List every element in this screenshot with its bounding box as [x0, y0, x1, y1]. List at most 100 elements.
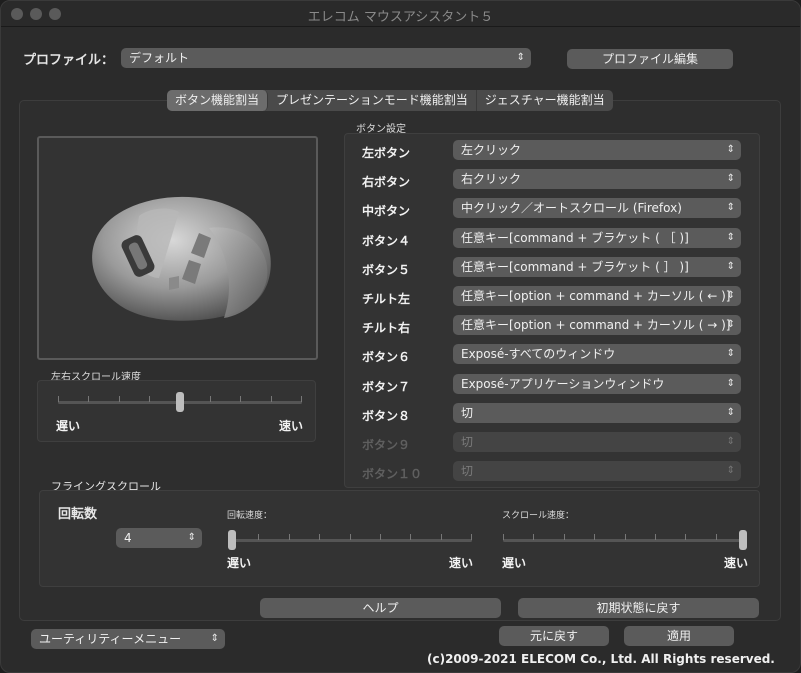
title-bar: エレコム マウスアシスタント５	[1, 1, 800, 27]
tab-presentation-mode[interactable]: プレゼンテーションモード機能割当	[268, 90, 477, 111]
scroll-speed-fast-label: 速い	[724, 556, 749, 570]
button-row-label: 右ボタン	[362, 175, 411, 189]
button-assignment-select[interactable]: 任意キー[command + ブラケット ( ［ )] ⇕	[453, 228, 741, 248]
button-assignment-value: 任意キー[option + command + カーソル ( ← )]	[461, 289, 731, 303]
rotations-select[interactable]: 4 ⇕	[116, 528, 202, 548]
updown-chevron-icon: ⇕	[726, 465, 735, 476]
button-assignment-value: 右クリック	[461, 172, 522, 186]
button-assignment-value: 任意キー[command + ブラケット ( ［ )]	[461, 231, 689, 245]
scroll-speed-slow-label: 遅い	[502, 556, 527, 570]
slider-tick	[301, 396, 302, 402]
revert-button[interactable]: 元に戻す	[499, 626, 609, 646]
slider-tick	[533, 534, 534, 540]
updown-chevron-icon: ⇕	[187, 532, 196, 543]
button-row-label: 中ボタン	[362, 204, 411, 218]
horizontal-scroll-fast-label: 速い	[279, 419, 304, 433]
button-row-label: ボタン４	[362, 234, 411, 248]
button-assignment-value: Exposé-アプリケーションウィンドウ	[461, 377, 665, 391]
rotation-speed-slow-label: 遅い	[227, 556, 252, 570]
updown-chevron-icon: ⇕	[726, 378, 735, 389]
rotation-speed-slider[interactable]	[228, 530, 472, 550]
button-assignment-select[interactable]: Exposé-すべてのウィンドウ ⇕	[453, 344, 741, 364]
button-assignment-value: 任意キー[option + command + カーソル ( → )]	[461, 318, 731, 332]
slider-tick	[271, 396, 272, 402]
button-row-label: ボタン７	[362, 380, 411, 394]
button-row-label: ボタン５	[362, 263, 411, 277]
profile-select-value: デフォルト	[129, 51, 190, 65]
slider-tick	[350, 534, 351, 540]
app-window: エレコム マウスアシスタント５ プロファイル： デフォルト ⇕ プロファイル編集…	[0, 0, 801, 673]
profile-edit-button[interactable]: プロファイル編集	[567, 49, 733, 69]
button-row-label: ボタン８	[362, 409, 411, 423]
updown-chevron-icon: ⇕	[210, 633, 219, 644]
updown-chevron-icon: ⇕	[726, 436, 735, 447]
rotations-select-value: 4	[124, 531, 132, 545]
button-row-label: チルト左	[362, 292, 411, 306]
slider-tick	[625, 534, 626, 540]
updown-chevron-icon: ⇕	[726, 173, 735, 184]
slider-tick	[149, 396, 150, 402]
slider-tick	[441, 534, 442, 540]
slider-tick	[503, 534, 504, 540]
button-row-label: ボタン６	[362, 350, 411, 364]
button-assignment-select[interactable]: 左クリック ⇕	[453, 140, 741, 160]
slider-tick	[410, 534, 411, 540]
button-assignment-select[interactable]: 任意キー[command + ブラケット ( ］ )] ⇕	[453, 257, 741, 277]
button-assignment-value: Exposé-すべてのウィンドウ	[461, 347, 616, 361]
button-assignment-value: 任意キー[command + ブラケット ( ］ )]	[461, 260, 689, 274]
slider-tick	[258, 534, 259, 540]
slider-tick	[210, 396, 211, 402]
slider-knob[interactable]	[739, 530, 747, 550]
button-row-label: 左ボタン	[362, 146, 411, 160]
button-assignment-value: 切	[461, 435, 474, 449]
updown-chevron-icon: ⇕	[726, 319, 735, 330]
tab-gesture[interactable]: ジェスチャー機能割当	[477, 90, 613, 111]
slider-knob[interactable]	[228, 530, 236, 550]
updown-chevron-icon: ⇕	[726, 290, 735, 301]
slider-tick	[380, 534, 381, 540]
button-assignment-select[interactable]: 切 ⇕	[453, 403, 741, 423]
mouse-illustration	[92, 196, 271, 321]
slider-tick	[655, 534, 656, 540]
scroll-speed-slider[interactable]	[503, 530, 747, 550]
updown-chevron-icon: ⇕	[516, 52, 525, 63]
button-assignment-select: 切 ⇕	[453, 432, 741, 452]
updown-chevron-icon: ⇕	[726, 144, 735, 155]
button-assignment-select[interactable]: 右クリック ⇕	[453, 169, 741, 189]
button-assignment-value: 左クリック	[461, 143, 522, 157]
rotation-speed-label: 回転速度：	[227, 511, 273, 521]
button-assignment-value: 切	[461, 406, 474, 420]
help-button[interactable]: ヘルプ	[260, 598, 501, 618]
updown-chevron-icon: ⇕	[726, 202, 735, 213]
slider-tick	[119, 396, 120, 402]
utility-menu-select[interactable]: ユーティリティーメニュー ⇕	[31, 629, 225, 649]
updown-chevron-icon: ⇕	[726, 348, 735, 359]
button-assignment-select: 切 ⇕	[453, 461, 741, 481]
button-assignment-select[interactable]: 中クリック／オートスクロール (Firefox) ⇕	[453, 198, 741, 218]
button-assignment-select[interactable]: 任意キー[option + command + カーソル ( → )] ⇕	[453, 315, 741, 335]
slider-tick	[471, 534, 472, 540]
slider-tick	[240, 396, 241, 402]
horizontal-scroll-slider[interactable]	[58, 392, 302, 412]
rotation-speed-fast-label: 速い	[449, 556, 474, 570]
profile-label: プロファイル：	[23, 53, 115, 68]
utility-menu-value: ユーティリティーメニュー	[39, 632, 182, 646]
updown-chevron-icon: ⇕	[726, 407, 735, 418]
window-title: エレコム マウスアシスタント５	[307, 10, 494, 25]
slider-tick	[319, 534, 320, 540]
profile-select[interactable]: デフォルト ⇕	[121, 48, 531, 68]
apply-button[interactable]: 適用	[624, 626, 734, 646]
slider-knob[interactable]	[176, 392, 184, 412]
button-assignment-select[interactable]: Exposé-アプリケーションウィンドウ ⇕	[453, 374, 741, 394]
tab-button-assignment[interactable]: ボタン機能割当	[167, 90, 269, 111]
horizontal-scroll-slow-label: 遅い	[56, 419, 81, 433]
button-row-label: ボタン１０	[362, 467, 423, 481]
button-row-label: チルト右	[362, 321, 411, 335]
button-assignment-select[interactable]: 任意キー[option + command + カーソル ( ← )] ⇕	[453, 286, 741, 306]
copyright-text: (c)2009-2021 ELECOM Co., Ltd. All Rights…	[427, 652, 775, 666]
slider-tick	[289, 534, 290, 540]
reset-defaults-button[interactable]: 初期状態に戻す	[518, 598, 759, 618]
tab-bar: ボタン機能割当 プレゼンテーションモード機能割当 ジェスチャー機能割当	[167, 90, 613, 111]
button-assignment-value: 中クリック／オートスクロール (Firefox)	[461, 201, 682, 215]
button-row-label: ボタン９	[362, 438, 411, 452]
